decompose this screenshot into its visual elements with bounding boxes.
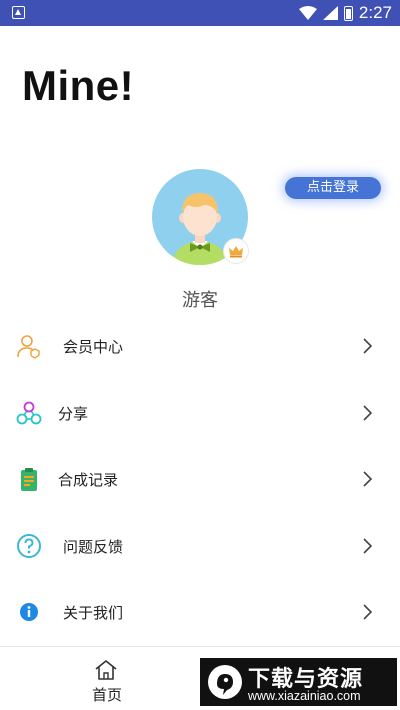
chevron-right-icon [363,604,373,620]
menu-item-about-us[interactable]: 关于我们 [0,579,400,646]
status-time: 2:27 [358,3,392,22]
chevron-right-icon [363,338,373,354]
status-bar: 2:27 [0,0,400,26]
menu-item-label: 合成记录 [58,471,119,489]
record-icon [21,468,37,491]
menu-item-label: 会员中心 [63,338,124,356]
signal-icon [322,6,338,20]
info-icon [20,603,38,621]
menu-item-member-center[interactable]: 会员中心 [0,313,400,380]
member-icon [17,335,40,359]
battery-icon [343,5,353,21]
crown-icon [229,246,243,258]
watermark-url: www.xiazainiao.com [248,689,361,703]
wifi-icon [298,6,317,20]
nav-tab-home-label: 首页 [91,686,122,704]
page-title: Mine! [22,62,135,109]
login-button[interactable]: 点击登录 [285,177,381,199]
menu-item-label: 分享 [58,404,89,423]
chevron-right-icon [363,471,373,487]
status-indicators: 2:27 [298,3,392,23]
chevron-right-icon [363,404,373,421]
settings-menu: 会员中心 分享 合成记录 问题反馈 关于我们 [0,313,400,646]
watermark-logo [208,665,242,699]
app-notification-icon [12,6,25,19]
watermark-overlay: 下载与资源 www.xiazainiao.com [200,658,397,706]
menu-item-feedback[interactable]: 问题反馈 [0,513,400,580]
vip-crown-badge [224,239,248,263]
feedback-icon [17,533,41,558]
menu-item-share[interactable]: 分享 [0,380,400,447]
menu-item-synthesis-records[interactable]: 合成记录 [0,446,400,513]
home-icon [95,660,117,680]
menu-item-label: 关于我们 [63,604,124,622]
menu-item-label: 问题反馈 [63,537,124,556]
username: 游客 [182,290,218,311]
nav-tab-home[interactable]: 首页 [80,647,136,710]
chevron-right-icon [363,537,373,554]
share-icon [16,401,42,424]
